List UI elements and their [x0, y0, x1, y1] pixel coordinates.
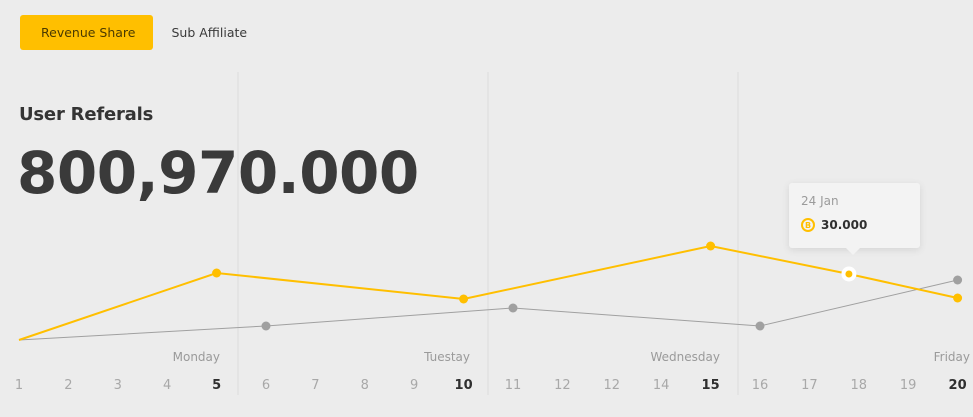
day-label-wednesday: Wednesday [650, 350, 720, 364]
x-tick-label: 9 [410, 378, 419, 393]
series-0-point[interactable] [459, 294, 469, 304]
x-tick-label: 8 [360, 378, 369, 393]
series-1-point[interactable] [953, 275, 963, 285]
tooltip-value-row: B 30.000 [801, 218, 867, 232]
x-tick-label: 17 [801, 378, 818, 393]
x-tick-label: 14 [652, 378, 670, 393]
day-label-tuesday: Tuestay [424, 350, 470, 364]
series-1-point[interactable] [508, 303, 518, 313]
x-tick-label: 5 [212, 378, 222, 393]
x-tick-label: 7 [311, 378, 320, 393]
tooltip-date: 24 Jan [801, 194, 839, 208]
x-tick-label: 1 [14, 378, 24, 393]
x-tick-label: 11 [504, 378, 522, 393]
x-tick-label: 20 [948, 378, 967, 393]
day-label-monday: Monday [172, 350, 220, 364]
x-tick-label: 4 [163, 378, 172, 393]
x-tick-label: 6 [261, 378, 271, 393]
series-1-point[interactable] [261, 321, 271, 331]
bitcoin-coin-icon: B [801, 218, 815, 232]
x-tick-label: 12 [554, 378, 571, 393]
x-tick-label: 12 [603, 378, 621, 393]
tooltip-value: 30.000 [821, 218, 868, 232]
x-tick-label: 2 [64, 378, 73, 393]
highlight-point[interactable] [845, 270, 853, 278]
x-tick-label: 18 [850, 378, 868, 393]
x-tick-label: 3 [113, 378, 122, 393]
series-0-point[interactable] [212, 268, 222, 278]
series-0-point[interactable] [953, 293, 963, 303]
x-tick-label: 19 [899, 378, 917, 393]
chart-tooltip: 24 Jan B 30.000 [789, 183, 920, 255]
series-1-point[interactable] [755, 321, 765, 331]
day-label-friday: Friday [933, 350, 970, 364]
x-tick-label: 15 [701, 378, 720, 393]
x-tick-label: 16 [751, 378, 769, 393]
series-0-point[interactable] [706, 241, 716, 251]
x-tick-label: 10 [454, 378, 473, 393]
